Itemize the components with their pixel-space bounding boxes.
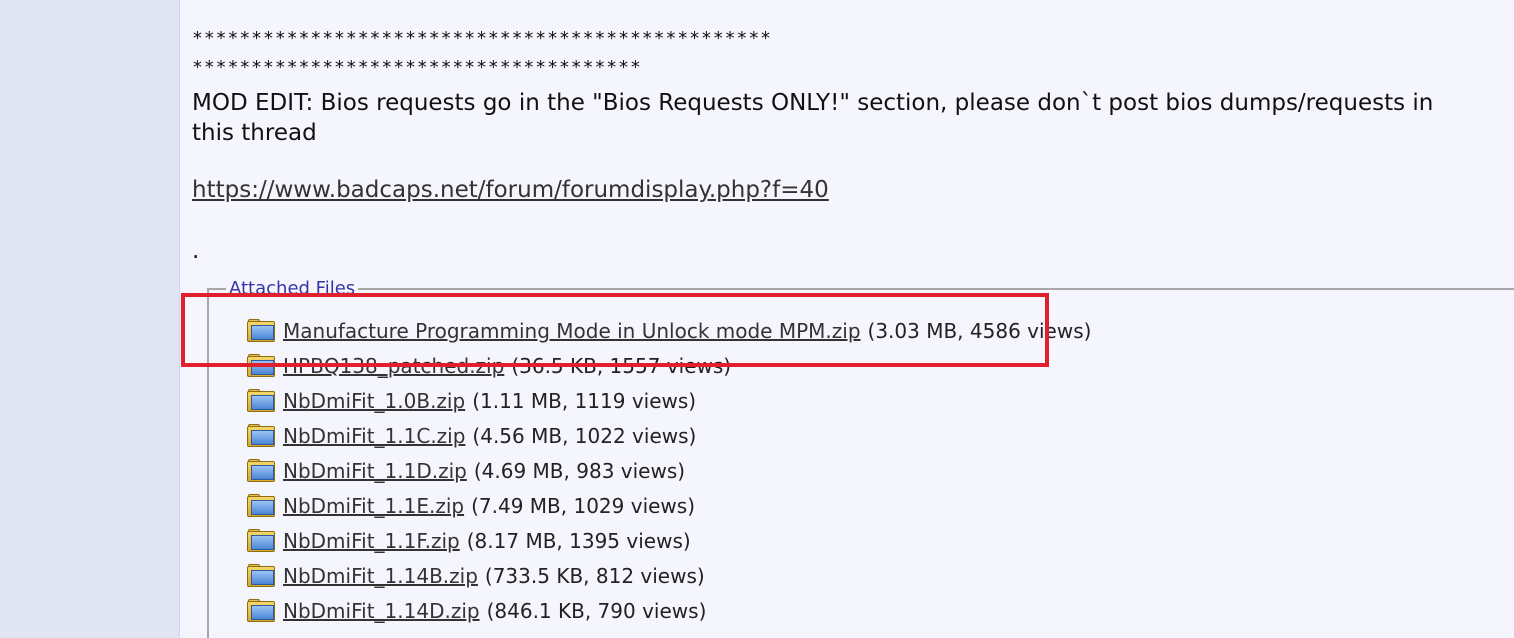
attachment-link[interactable]: NbDmiFit_1.1E.zip — [283, 494, 464, 518]
attachment-link[interactable]: NbDmiFit_1.14D.zip — [283, 599, 480, 623]
attachment-row: NbDmiFit_1.1D.zip (4.69 MB, 983 views) — [246, 456, 685, 486]
mod-edit-line-1: MOD EDIT: Bios requests go in the "Bios … — [192, 90, 1434, 116]
attachment-row: NbDmiFit_1.1C.zip (4.56 MB, 1022 views) — [246, 421, 696, 451]
attachment-link[interactable]: NbDmiFit_1.0B.zip — [283, 389, 465, 413]
zip-file-icon — [246, 354, 276, 378]
left-gutter — [0, 0, 180, 638]
attachment-link[interactable]: NbDmiFit_1.1F.zip — [283, 529, 460, 553]
attachment-row: NbDmiFit_1.14D.zip (846.1 KB, 790 views) — [246, 596, 706, 626]
attached-files-legend: Attached Files — [226, 278, 359, 299]
attachment-meta: (8.17 MB, 1395 views) — [466, 529, 691, 553]
stars-line-1: ****************************************… — [192, 28, 773, 49]
zip-file-icon — [246, 389, 276, 413]
attachment-row: NbDmiFit_1.1F.zip (8.17 MB, 1395 views) — [246, 526, 691, 556]
attachment-meta: (4.69 MB, 983 views) — [473, 459, 686, 483]
bios-requests-forum-link[interactable]: https://www.badcaps.net/forum/forumdispl… — [192, 177, 829, 203]
zip-file-icon — [246, 424, 276, 448]
attachment-meta: (7.49 MB, 1029 views) — [471, 494, 696, 518]
attachment-meta: (3.03 MB, 4586 views) — [867, 319, 1092, 343]
attachment-row: NbDmiFit_1.14B.zip (733.5 KB, 812 views) — [246, 561, 705, 591]
stars-line-2: ************************************** — [192, 57, 642, 78]
dot-text: . — [192, 238, 200, 264]
attachment-meta: (1.11 MB, 1119 views) — [472, 389, 697, 413]
zip-file-icon — [246, 319, 276, 343]
zip-file-icon — [246, 599, 276, 623]
attachment-meta: (733.5 KB, 812 views) — [484, 564, 705, 588]
mod-edit-line-2: this thread — [192, 120, 317, 146]
attachment-link[interactable]: HPBQ138_patched.zip — [283, 354, 504, 378]
post-body: ****************************************… — [192, 0, 1514, 638]
attachment-row: NbDmiFit_1.0B.zip (1.11 MB, 1119 views) — [246, 386, 696, 416]
attachment-link[interactable]: NbDmiFit_1.14B.zip — [283, 564, 478, 588]
attachment-link[interactable]: NbDmiFit_1.1C.zip — [283, 424, 465, 448]
zip-file-icon — [246, 529, 276, 553]
attachment-meta: (846.1 KB, 790 views) — [486, 599, 707, 623]
attachment-meta: (4.56 MB, 1022 views) — [472, 424, 697, 448]
attachment-link[interactable]: Manufacture Programming Mode in Unlock m… — [283, 319, 861, 343]
attachment-meta: (36.5 KB, 1557 views) — [511, 354, 732, 378]
page: ****************************************… — [0, 0, 1514, 638]
attachment-row: HPBQ138_patched.zip (36.5 KB, 1557 views) — [246, 351, 731, 381]
zip-file-icon — [246, 564, 276, 588]
attachment-row: NbDmiFit_1.1E.zip (7.49 MB, 1029 views) — [246, 491, 695, 521]
attachment-row: Manufacture Programming Mode in Unlock m… — [246, 316, 1091, 346]
mod-edit-note: MOD EDIT: Bios requests go in the "Bios … — [192, 88, 1514, 148]
attached-files-fieldset: Manufacture Programming Mode in Unlock m… — [207, 288, 1514, 638]
zip-file-icon — [246, 459, 276, 483]
attachment-link[interactable]: NbDmiFit_1.1D.zip — [283, 459, 467, 483]
zip-file-icon — [246, 494, 276, 518]
